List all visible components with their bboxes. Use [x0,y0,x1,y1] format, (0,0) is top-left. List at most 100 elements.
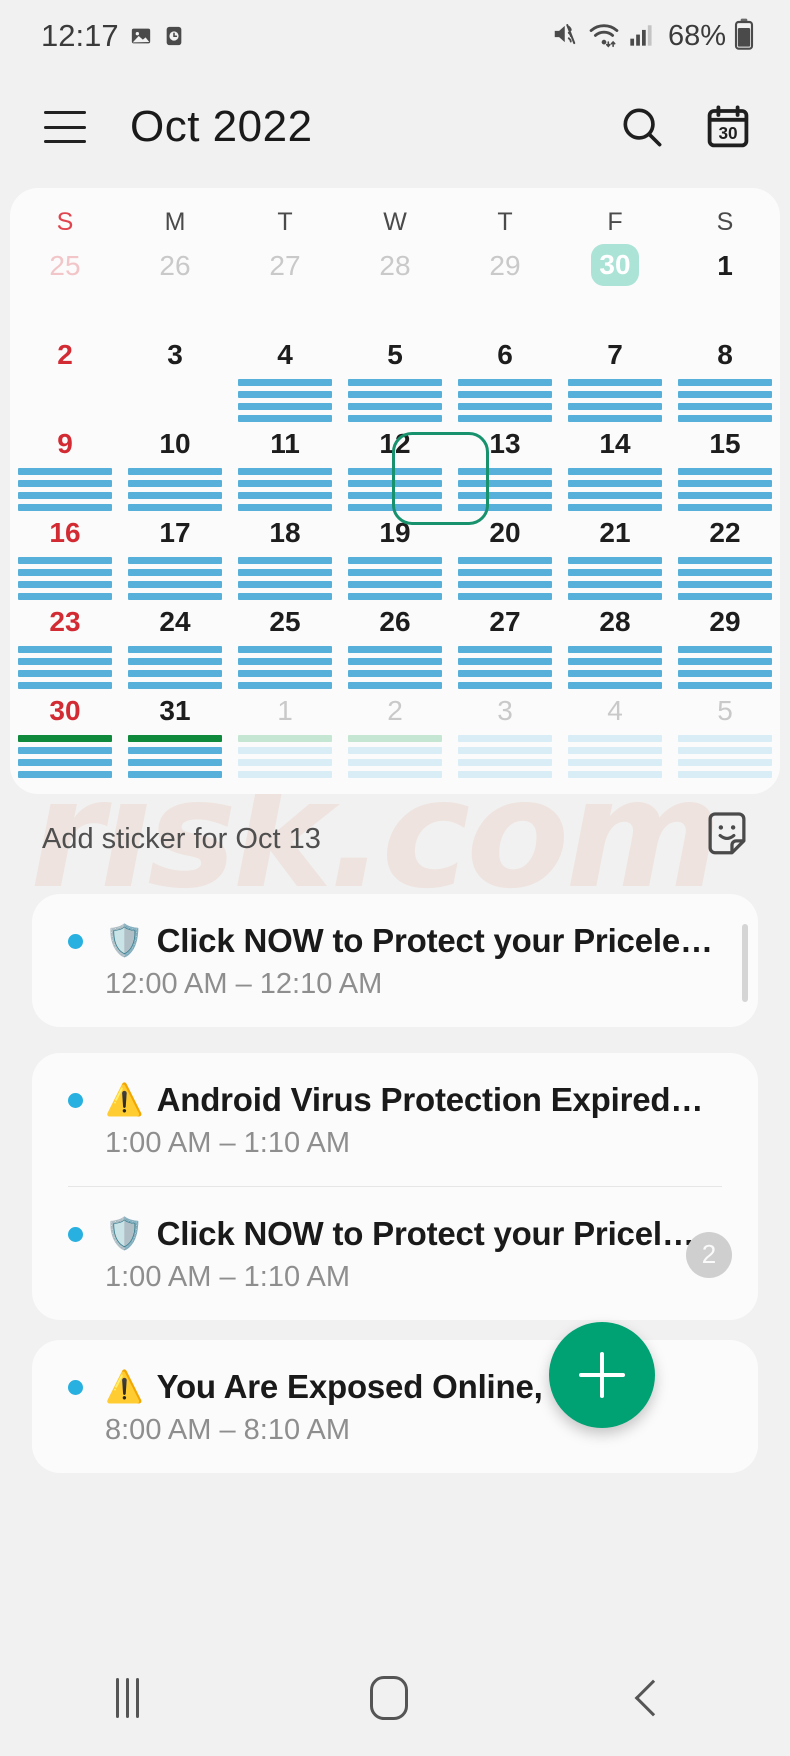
calendar-day-cell[interactable]: 26 [120,244,230,333]
sticker-smiley-icon[interactable] [704,812,750,867]
event-list-item[interactable]: 🛡️Click NOW to Protect your Pricel…1:00 … [32,1187,758,1320]
event-bar [568,391,662,398]
calendar-day-cell[interactable]: 16 [10,511,120,600]
calendar-day-number: 12 [379,422,410,466]
hamburger-icon[interactable] [44,111,86,143]
calendar-day-cell[interactable]: 3 [450,689,560,778]
calendar-day-cell[interactable]: 27 [230,244,340,333]
event-bar-group [230,379,340,422]
calendar-day-cell[interactable]: 22 [670,511,780,600]
calendar-day-cell[interactable]: 29 [450,244,560,333]
calendar-day-cell[interactable]: 12 [340,422,450,511]
calendar-week-row: 2 345678 [10,333,780,422]
event-list-item[interactable]: ⚠️Android Virus Protection Expired…1:00 … [32,1053,758,1186]
calendar-day-cell[interactable]: 24 [120,600,230,689]
event-bar-group [340,557,450,600]
calendar-day-cell[interactable]: 14 [560,422,670,511]
app-bar-actions: 30 [618,103,752,151]
event-bar [458,593,552,600]
calendar-day-cell[interactable]: 31 [120,689,230,778]
calendar-day-cell[interactable]: 2 [340,689,450,778]
event-bar [18,569,112,576]
calendar-day-cell[interactable]: 5 [340,333,450,422]
add-sticker-row[interactable]: Add sticker for Oct 13 [0,800,790,878]
calendar-day-cell[interactable]: 6 [450,333,560,422]
event-color-dot [68,1093,83,1108]
calendar-day-cell[interactable]: 2 [10,333,120,422]
calendar-day-cell[interactable]: 15 [670,422,780,511]
back-icon[interactable] [635,1680,672,1717]
calendar-day-cell[interactable]: 18 [230,511,340,600]
event-bar [238,391,332,398]
search-icon[interactable] [618,103,666,151]
calendar-day-cell[interactable]: 30 [10,689,120,778]
calendar-weeks: 2526272829301234567891011121314151617181… [10,244,780,778]
calendar-day-cell[interactable]: 20 [450,511,560,600]
calendar-day-cell[interactable]: 1 [670,244,780,333]
event-bar-group [560,646,670,689]
event-bar [678,747,772,754]
calendar-day-cell[interactable]: 5 [670,689,780,778]
calendar-day-cell[interactable]: 28 [340,244,450,333]
calendar-day-cell[interactable]: 26 [340,600,450,689]
event-bar-group [560,735,670,778]
day-of-week-header-row: SMTWTFS [10,188,780,244]
event-bar [678,682,772,689]
calendar-day-cell[interactable]: 19 [340,511,450,600]
event-bar [18,504,112,511]
calendar-day-cell[interactable]: 3 [120,333,230,422]
calendar-day-cell[interactable]: 29 [670,600,780,689]
calendar-day-cell[interactable]: 21 [560,511,670,600]
event-bar [458,569,552,576]
event-bar-group [670,646,780,689]
event-bar [128,492,222,499]
calendar-day-cell[interactable]: 30 [560,244,670,333]
event-bar-group [340,468,450,511]
event-bar-group [10,468,120,511]
event-card[interactable]: ⚠️Android Virus Protection Expired…1:00 … [32,1053,758,1320]
calendar-day-cell[interactable]: 25 [10,244,120,333]
calendar-day-number: 3 [497,689,513,733]
page-title[interactable]: Oct 2022 [130,102,313,152]
recents-icon[interactable] [116,1678,139,1718]
calendar-day-number: 15 [709,422,740,466]
calendar-day-cell[interactable]: 1 [230,689,340,778]
event-bar [238,569,332,576]
event-bar-group [450,646,560,689]
calendar-day-cell[interactable]: 13 [450,422,560,511]
calendar-day-cell[interactable]: 27 [450,600,560,689]
calendar-day-cell[interactable]: 25 [230,600,340,689]
calendar-day-cell[interactable]: 9 [10,422,120,511]
event-bar [568,658,662,665]
calendar-day-cell[interactable]: 10 [120,422,230,511]
calendar-30-icon[interactable]: 30 [704,103,752,151]
event-bar [678,735,772,742]
add-event-fab[interactable] [549,1322,655,1428]
event-card[interactable]: 🛡️Click NOW to Protect your Pricele…12:0… [32,894,758,1027]
calendar-day-number: 22 [709,511,740,555]
event-bar [678,581,772,588]
event-bar-group [670,379,780,422]
event-bar-group [450,468,560,511]
calendar-day-number: 2 [57,333,73,377]
calendar-day-cell[interactable]: 4 [560,689,670,778]
calendar-day-cell[interactable]: 23 [10,600,120,689]
calendar-day-cell[interactable]: 4 [230,333,340,422]
calendar-day-cell[interactable]: 28 [560,600,670,689]
event-bar [238,682,332,689]
event-bar-group [670,735,780,778]
calendar-day-cell[interactable]: 17 [120,511,230,600]
event-list-item[interactable]: 🛡️Click NOW to Protect your Pricele…12:0… [32,894,758,1027]
calendar-day-cell[interactable]: 8 [670,333,780,422]
event-bar [128,670,222,677]
calendar-day-cell[interactable]: 7 [560,333,670,422]
event-bar [568,682,662,689]
event-bar [128,557,222,564]
event-bar [348,747,442,754]
event-bar [568,670,662,677]
app-bar: Oct 2022 30 [0,72,790,182]
event-bar-group [10,557,120,600]
event-bar [18,557,112,564]
home-icon[interactable] [370,1676,408,1720]
calendar-day-cell[interactable]: 11 [230,422,340,511]
